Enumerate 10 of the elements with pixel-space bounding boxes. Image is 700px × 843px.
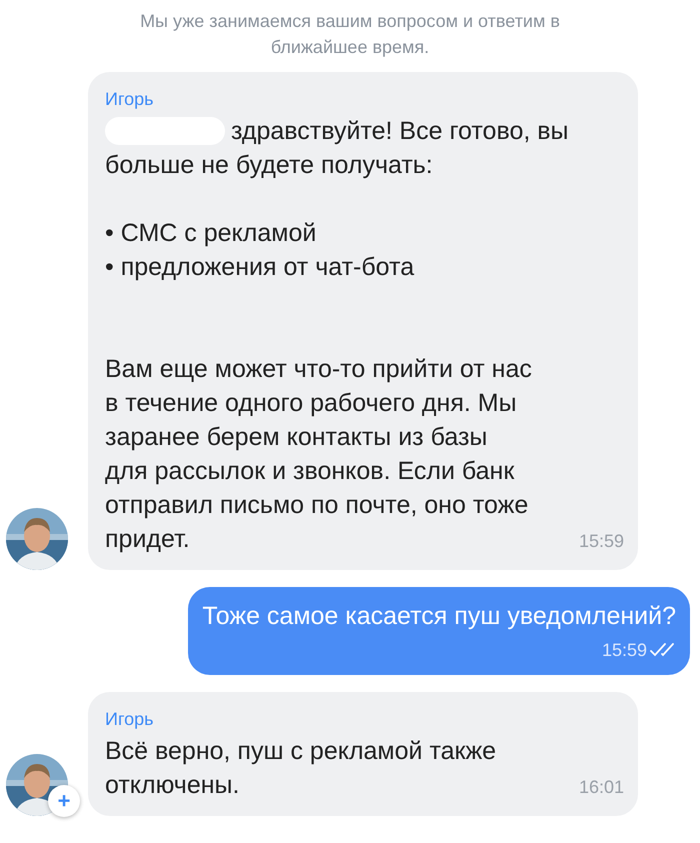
- message-text: Всё верно, пуш с рекламой также отключены.: [105, 736, 496, 801]
- message-time: 15:59: [602, 639, 647, 662]
- sender-name: Игорь: [105, 708, 155, 730]
- message-time: 15:59: [578, 530, 624, 553]
- system-notice: Мы уже занимаемся вашим вопросом и ответим в ближайшее время.: [139, 10, 561, 59]
- message-time: 16:01: [578, 776, 624, 799]
- add-button[interactable]: +: [48, 785, 80, 817]
- message-text: Тоже самое касается пуш уведомлений?: [202, 601, 676, 632]
- message-text: здравствуйте! Все готово, вы больше не будете получать: • СМС с рекламой • предложения от чат-бота Вам еще может что-то прийти от нас в течение одного рабочего дня. Мы заранее берем контакты из базы для рассылок и звонков. Если банк отправил письмо по почте, оно тоже придет.: [105, 116, 568, 555]
- sender-name: Игорь: [105, 88, 155, 110]
